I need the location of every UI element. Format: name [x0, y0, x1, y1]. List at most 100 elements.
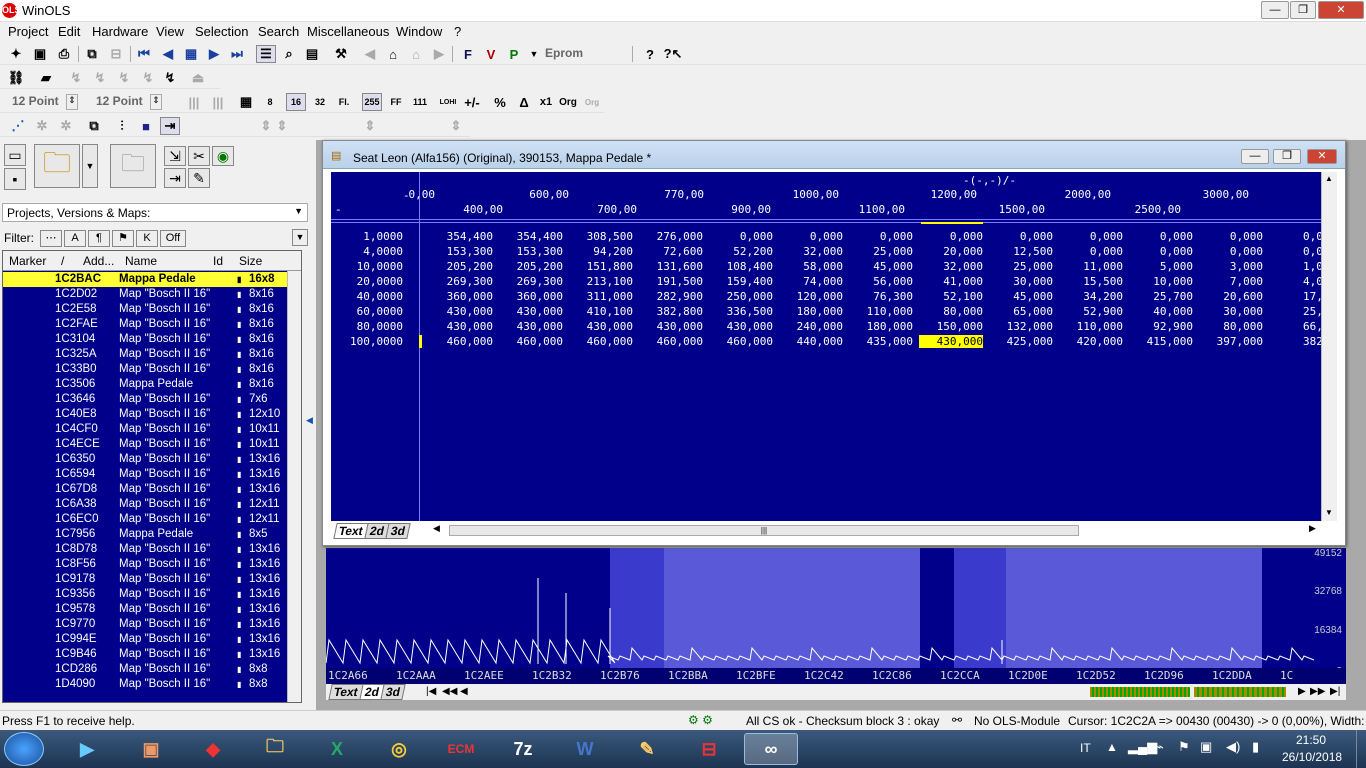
map-cell[interactable]: 0,000	[779, 230, 843, 243]
graph-nav-next-icon[interactable]: ▶	[1298, 686, 1306, 697]
map-cell[interactable]: 92,900	[1129, 320, 1193, 333]
filter-a-button[interactable]: A	[64, 230, 86, 247]
map-cell[interactable]: 30,000	[989, 275, 1053, 288]
excel-icon[interactable]: X	[310, 733, 364, 765]
map-list-item[interactable]: 1C2FAE Map "Bosch II 16" ▮ 8x16	[3, 317, 287, 332]
map-cell[interactable]: 41,000	[919, 275, 983, 288]
map-cell[interactable]: 45,000	[989, 290, 1053, 303]
map-cell[interactable]: 460,000	[709, 335, 773, 348]
font-size-1-spin-icon[interactable]: ⇕	[66, 94, 78, 110]
map-list-item[interactable]: 1C3506 Mappa Pedale ▮ 8x16	[3, 377, 287, 392]
map-list-item[interactable]: 1C67D8 Map "Bosch II 16" ▮ 13x16	[3, 482, 287, 497]
map-cell[interactable]: 20,600	[1199, 290, 1263, 303]
map-cell[interactable]: 52,200	[709, 245, 773, 258]
map-cell[interactable]: 12,500	[989, 245, 1053, 258]
eject-icon[interactable]: ⏏	[188, 69, 208, 87]
search-map2-icon[interactable]: ✲	[56, 117, 76, 135]
verify-icon[interactable]: ↯	[114, 69, 134, 87]
chart-icon[interactable]: ⋰	[8, 117, 28, 135]
map-cell[interactable]: 269,300	[429, 275, 493, 288]
map-cell[interactable]: 460,000	[429, 335, 493, 348]
graph-overview-strip[interactable]	[1090, 687, 1190, 697]
map-cell[interactable]: 10,000	[1129, 275, 1193, 288]
hardware-icon[interactable]: ▣	[30, 45, 50, 63]
map-cell[interactable]: 354,400	[499, 230, 563, 243]
col-address[interactable]: Add...	[83, 254, 114, 268]
map-cell[interactable]: 430,000	[499, 305, 563, 318]
map-list-item[interactable]: 1C325A Map "Bosch II 16" ▮ 8x16	[3, 347, 287, 362]
map-cell[interactable]: 0,000	[849, 230, 913, 243]
menu-view[interactable]: View	[156, 24, 184, 39]
map-list-item[interactable]: 1C40E8 Map "Bosch II 16" ▮ 12x10	[3, 407, 287, 422]
export-icon[interactable]: ⇥	[164, 168, 186, 188]
map-cell[interactable]: 4,0	[1303, 275, 1321, 288]
graph-overview-strip-2[interactable]	[1194, 687, 1286, 697]
p-icon[interactable]: P	[504, 45, 524, 63]
map-cell[interactable]: 180,000	[779, 305, 843, 318]
print-icon[interactable]: ⎙	[54, 45, 74, 63]
map-cell[interactable]: 151,800	[569, 260, 633, 273]
menu-miscellaneous[interactable]: Miscellaneous	[307, 24, 389, 39]
map-cell[interactable]: 34,200	[1059, 290, 1123, 303]
map-list-item[interactable]: 1C4CF0 Map "Bosch II 16" ▮ 10x11	[3, 422, 287, 437]
map-cell[interactable]: 250,000	[709, 290, 773, 303]
map-list-scrollbar[interactable]	[287, 271, 301, 702]
grid-icon[interactable]: ▦	[236, 93, 256, 111]
map-cell[interactable]: 7,000	[1199, 275, 1263, 288]
tray-expand-icon[interactable]: ▲	[1106, 740, 1118, 754]
volume-icon[interactable]: ◀)	[1226, 739, 1240, 755]
rows-icon[interactable]: |||	[208, 93, 228, 111]
bits-32-button[interactable]: 32	[310, 93, 330, 111]
web-icon[interactable]: ◉	[212, 146, 234, 166]
map-cell[interactable]: 180,000	[849, 320, 913, 333]
map-cell[interactable]: 25,000	[849, 245, 913, 258]
map-list-item[interactable]: 1C6350 Map "Bosch II 16" ▮ 13x16	[3, 452, 287, 467]
filter-dropdown-icon[interactable]: ▼	[292, 229, 308, 246]
bits-8-button[interactable]: 8	[260, 93, 280, 111]
map-list-item[interactable]: 1C9178 Map "Bosch II 16" ▮ 13x16	[3, 572, 287, 587]
menu-help[interactable]: ?	[454, 24, 461, 39]
map-cell[interactable]: 430,000	[569, 320, 633, 333]
col-name[interactable]: Name	[125, 254, 157, 268]
map-cell[interactable]: 56,000	[849, 275, 913, 288]
f-icon[interactable]: F	[458, 45, 478, 63]
network-icon[interactable]: ⌁	[1156, 739, 1164, 755]
map-cell[interactable]: 430,000	[919, 335, 983, 348]
first-map-icon[interactable]: ⏮	[134, 45, 154, 63]
map-cell[interactable]: 108,400	[709, 260, 773, 273]
save-icon[interactable]: ▪	[4, 168, 26, 190]
map-cell[interactable]: 0,000	[1199, 245, 1263, 258]
btn-percent[interactable]: %	[490, 93, 510, 111]
map-cell[interactable]: 0,000	[1199, 230, 1263, 243]
map-cell[interactable]: 354,400	[429, 230, 493, 243]
clock-date[interactable]: 26/10/2018	[1282, 750, 1342, 764]
map-cell[interactable]: 153,300	[499, 245, 563, 258]
ecm-icon[interactable]: ECM	[434, 733, 488, 765]
map-cell[interactable]: 0,000	[1129, 245, 1193, 258]
minimize-button[interactable]: —	[1261, 1, 1289, 19]
map-cell[interactable]: 336,500	[709, 305, 773, 318]
map-cell[interactable]: 1,0	[1303, 260, 1321, 273]
map-cell[interactable]: 94,200	[569, 245, 633, 258]
map-cell[interactable]: 30,000	[1199, 305, 1263, 318]
menu-edit[interactable]: Edit	[58, 24, 80, 39]
map-cell[interactable]: 213,100	[569, 275, 633, 288]
search-map-icon[interactable]: ✲	[32, 117, 52, 135]
map-close-button[interactable]: ✕	[1307, 149, 1337, 164]
map-list-item[interactable]: 1C8D78 Map "Bosch II 16" ▮ 13x16	[3, 542, 287, 557]
graph-nav-prev-icon[interactable]: ◀◀	[442, 686, 457, 697]
filter-off-button[interactable]: Off	[160, 230, 186, 247]
map-cell[interactable]: 131,600	[639, 260, 703, 273]
last-map-icon[interactable]: ⏭	[227, 45, 247, 63]
flag-icon[interactable]: ⚑	[1178, 739, 1190, 755]
menu-hardware[interactable]: Hardware	[92, 24, 148, 39]
map-cell[interactable]: 45,000	[849, 260, 913, 273]
filter-type-button[interactable]: ⋯	[40, 230, 62, 247]
btn-org2[interactable]: Org	[582, 93, 602, 111]
map-cell[interactable]: 110,000	[1059, 320, 1123, 333]
tools-icon[interactable]: ⚒	[331, 45, 351, 63]
map-list-item[interactable]: 1C6A38 Map "Bosch II 16" ▮ 12x11	[3, 497, 287, 512]
scroll-left-icon[interactable]: ◀	[433, 523, 440, 534]
map-cell[interactable]: 382,800	[639, 305, 703, 318]
map-cell[interactable]: 0,000	[919, 230, 983, 243]
